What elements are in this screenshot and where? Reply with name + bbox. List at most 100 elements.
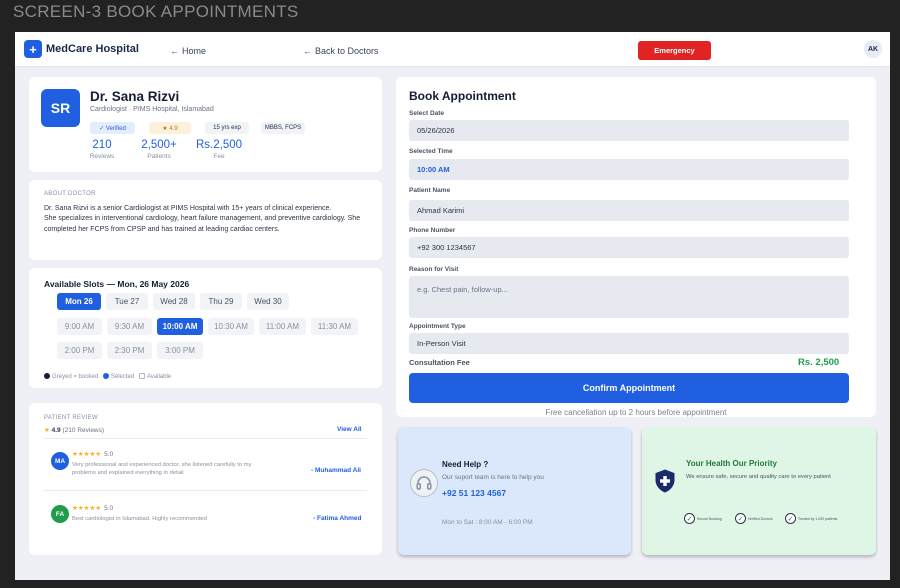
arrow-left-icon: ← [170,46,179,56]
patient-reviews-card: PATIENT REVIEW ★ 4.9 (210 Reviews) View … [29,403,382,555]
review-avatar: FA [51,505,69,523]
health-priority-card: Your Health Our Priority We ensure safe,… [642,427,876,555]
day-chip-wed-30[interactable]: Wed 30 [247,293,289,310]
check-trusted-patients: ✓ Trusted by 1,000 patients [785,513,837,524]
cancellation-note: Free cancellation up to 2 hours before a… [545,408,727,417]
reviews-rating: 4.9 [51,427,61,434]
reason-textarea[interactable]: e.g. Chest pain, follow-up... [409,276,849,318]
about-text: Dr. Sana Rizvi is a senior Cardiologist … [44,204,369,235]
help-subtitle: Our suport team is here to help you [442,474,544,481]
need-help-card: Need Help ? Our suport team is here to h… [398,427,631,555]
experience-badge: 15 yrs exp [205,122,249,134]
check-verified-doctors: ✓ Verified Doctors [735,513,773,524]
day-chip-tue-27[interactable]: Tue 27 [106,293,148,310]
about-title: ABOUT DOCTOR [44,191,96,197]
doctor-avatar: SR [41,89,80,127]
book-appointment-title: Book Appointment [409,89,516,103]
patient-name-label: Patient Name [409,187,451,194]
back-to-doctors-link[interactable]: ← Back to Doctors [303,46,379,56]
reason-label: Reason for Visit [409,266,459,273]
day-chip-wed-28[interactable]: Wed 28 [153,293,195,310]
available-box-icon [138,373,145,379]
check-circle-icon: ✓ [785,513,796,524]
check-label: Secure Booking [697,516,722,521]
screen-label: SCREEN-3 BOOK APPOINTMENTS [13,2,299,21]
date-input[interactable]: 05/26/2026 [409,120,849,141]
priority-title: Your Health Our Priority [686,459,777,468]
reviews-summary: ★ 4.9 (210 Reviews) [44,426,104,434]
time-slot-11-00[interactable]: 11:00 AM [259,318,306,335]
check-label: Trusted by 1,000 patients [798,516,838,521]
help-hours: Mon to Sat : 8:00 AM - 6:00 PM [442,519,533,526]
brand-name[interactable]: MedCare Hospital [46,43,139,55]
reviews-count: (210 Reviews) [62,427,105,434]
time-slot-3-00[interactable]: 3:00 PM [157,342,203,359]
stat-fee-label: Fee [213,153,225,160]
app-window: + MedCare Hospital ← Home ← Back to Doctor… [15,32,890,580]
selected-dot-icon [102,373,109,379]
booked-dot-icon [44,373,50,379]
stat-fee-value: Rs.2,500 [195,139,243,151]
verified-badge: ✓ Verified [90,122,135,134]
stat-patients-value: 2,500+ [141,139,177,151]
phone-label: Phone Number [409,227,456,234]
check-circle-icon: ✓ [735,513,746,524]
time-label: Selected Time [409,148,453,155]
phone-input[interactable]: +92 300 1234567 [409,237,849,258]
legend-booked: Greyed = booked [52,374,99,380]
review-stars: ★★★★★ 5.0 [72,504,113,512]
degrees-badge: MBBS, FCPS [261,122,305,134]
help-phone-link[interactable]: +92 51 123 4567 [442,488,506,498]
review-divider [44,490,367,491]
patient-name-input[interactable]: Ahmad Karimi [409,200,849,221]
legend-available: Available [146,374,172,380]
time-slot-2-30[interactable]: 2:30 PM [107,342,152,359]
legend-selected: Selected [110,374,135,380]
appointment-type-select[interactable]: In-Person Visit [409,333,849,354]
user-avatar[interactable]: AK [864,40,882,58]
emergency-button[interactable]: Emergency [638,41,711,60]
consultation-fee-label: Consultation Fee [409,358,470,367]
review-score: 5.0 [104,505,114,512]
review-author: - Fatima Ahmed [313,515,362,522]
appointment-type-label: Appointment Type [409,323,466,330]
arrow-left-icon: ← [303,46,312,56]
stat-reviews-value: 210 [92,139,112,151]
doctor-name: Dr. Sana Rizvi [90,89,180,104]
stat-patients-label: Patients [147,153,171,160]
star-rating-icon: ★★★★★ [72,451,102,458]
review-score: 5.0 [104,451,114,458]
day-chip-thu-29[interactable]: Thu 29 [200,293,242,310]
review-text: Best cardiologist in Islamabad. Highly r… [72,516,208,522]
home-link[interactable]: ← Home [170,46,206,56]
day-chip-mon-26[interactable]: Mon 26 [57,293,101,310]
time-slot-11-30[interactable]: 11:30 AM [311,318,358,335]
star-rating-icon: ★★★★★ [72,505,102,512]
time-slot-10-30[interactable]: 10:30 AM [208,318,254,335]
time-slot-2-00[interactable]: 2:00 PM [57,342,102,359]
headset-icon [410,469,438,497]
doctor-profile-card: SR Dr. Sana Rizvi Cardiologist · PIMS Ho… [29,77,382,172]
time-slot-10-00[interactable]: 10:00 AM [157,318,203,335]
about-paragraph-2: She specializes in interventional cardio… [44,215,361,233]
date-label: Select Date [409,110,445,117]
review-avatar: MA [51,452,69,470]
priority-subtitle: We ensure safe, secure and quality care … [686,474,831,480]
view-all-reviews-link[interactable]: View All [337,426,362,433]
review-author: - Muhammad Ali [311,467,361,474]
time-input[interactable]: 10:00 AM [409,159,849,180]
reviews-title: PATIENT REVIEW [44,415,98,421]
time-slot-9-30[interactable]: 9:30 AM [107,318,152,335]
confirm-appointment-button[interactable]: Confirm Appointment [409,373,849,403]
check-secure-booking: ✓ Secure Booking [684,513,722,524]
rating-badge: ★ 4.9 [149,122,191,134]
shield-icon [655,469,675,493]
stat-reviews-label: Reviews [89,153,115,160]
book-appointment-card: Book Appointment Select Date 05/26/2026 … [396,77,876,417]
back-label: Back to Doctors [315,46,379,56]
review-text: Very professional and experienced doctor… [72,462,252,476]
time-slot-9-00[interactable]: 9:00 AM [57,318,102,335]
slots-title: Available Slots — Mon, 26 May 2026 [44,279,190,289]
review-stars: ★★★★★ 5.0 [72,450,113,458]
hospital-logo-icon[interactable]: + [24,40,42,58]
